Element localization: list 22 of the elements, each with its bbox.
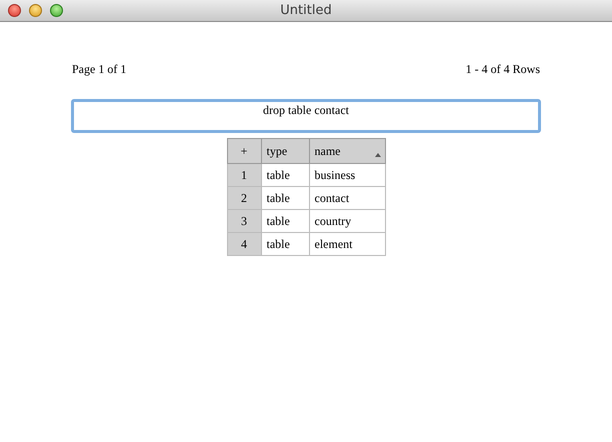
table-cell: table <box>261 209 309 232</box>
column-header[interactable]: + <box>227 138 261 163</box>
minimize-button[interactable] <box>29 4 42 17</box>
row-count: 1 - 4 of 4 Rows <box>466 61 540 78</box>
column-header[interactable]: name <box>309 138 385 163</box>
query-field[interactable]: drop table contact <box>71 98 541 132</box>
close-button[interactable] <box>8 4 21 17</box>
table-cell: table <box>261 232 309 255</box>
row-number: 2 <box>227 186 261 209</box>
column-header[interactable]: type <box>261 138 309 163</box>
window-title: Untitled <box>280 2 332 20</box>
table-cell: contact <box>309 186 385 209</box>
table-cell: country <box>309 209 385 232</box>
table-cell: table <box>261 163 309 186</box>
page-indicator: Page 1 of 1 <box>72 61 126 78</box>
row-number: 4 <box>227 232 261 255</box>
table-cell: business <box>309 163 385 186</box>
zoom-button[interactable] <box>50 4 63 17</box>
table-cell: element <box>309 232 385 255</box>
table-cell: table <box>261 186 309 209</box>
row-number: 3 <box>227 209 261 232</box>
row-number: 1 <box>227 163 261 186</box>
